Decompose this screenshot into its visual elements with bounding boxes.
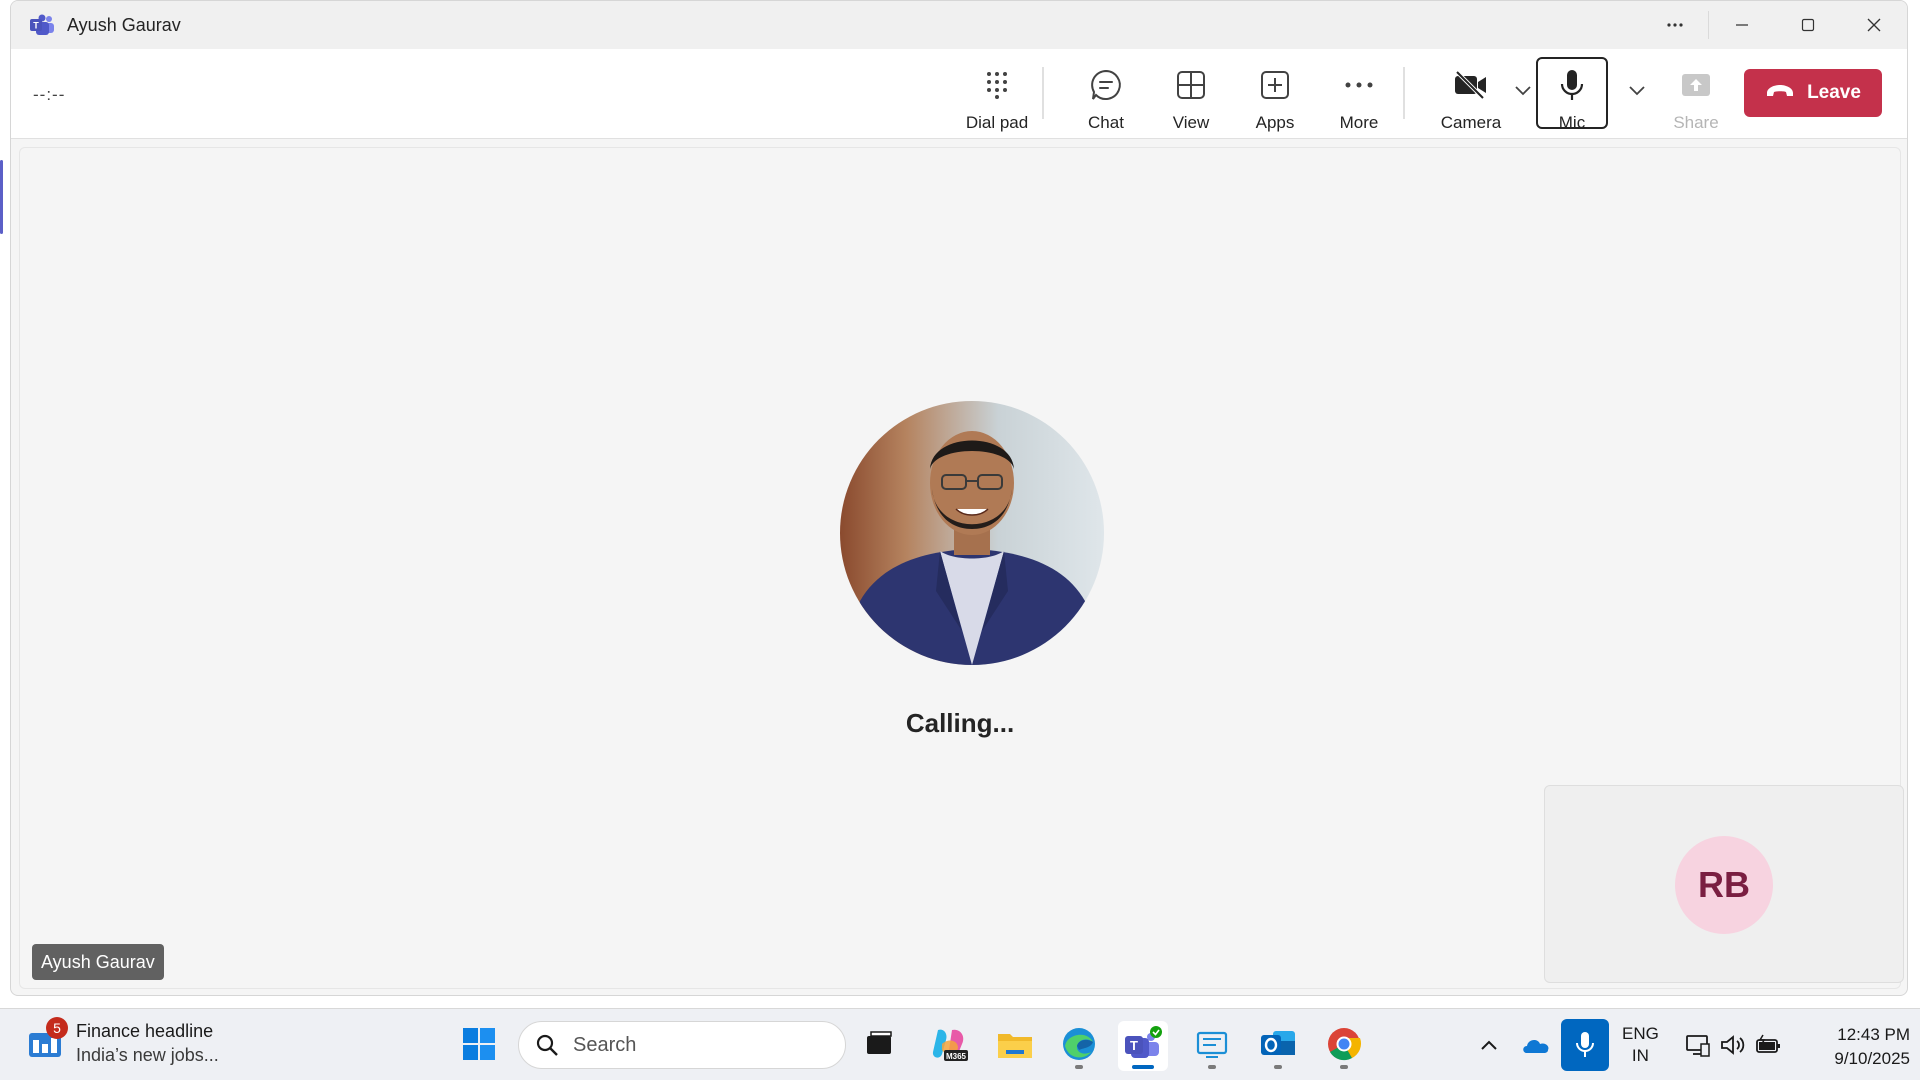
chat-icon xyxy=(1086,65,1126,105)
more-button[interactable]: More xyxy=(1324,57,1394,135)
background-window-accent xyxy=(0,160,3,234)
remote-desktop-app[interactable] xyxy=(1187,1021,1237,1071)
network-icon[interactable] xyxy=(1684,1027,1712,1063)
apps-label: Apps xyxy=(1255,113,1295,132)
caller-avatar-photo xyxy=(840,401,1104,665)
close-icon[interactable] xyxy=(1841,1,1907,49)
system-clock[interactable]: 12:43 PM 9/10/2025 xyxy=(1800,1023,1910,1071)
svg-text:M365: M365 xyxy=(946,1052,967,1061)
teams-icon: T xyxy=(1123,1025,1163,1067)
window-title: Ayush Gaurav xyxy=(67,14,181,35)
task-view-icon xyxy=(864,1030,894,1063)
running-indicator xyxy=(1274,1065,1282,1069)
taskbar-search[interactable]: Search xyxy=(518,1021,846,1069)
dialpad-label: Dial pad xyxy=(965,113,1029,132)
active-app-indicator xyxy=(1132,1065,1154,1069)
widgets-icon: 5 xyxy=(28,1017,68,1065)
more-dots-icon xyxy=(1339,65,1379,105)
teams-logo-icon: T xyxy=(29,13,57,37)
svg-text:T: T xyxy=(33,21,39,31)
teams-app[interactable]: T xyxy=(1118,1021,1168,1071)
outlook-icon xyxy=(1259,1027,1297,1066)
leave-label: Leave xyxy=(1807,82,1861,103)
more-label: More xyxy=(1339,113,1379,132)
region-code: IN xyxy=(1631,1046,1649,1065)
self-video-tile[interactable]: RB xyxy=(1544,785,1904,983)
title-bar: T Ayush Gaurav xyxy=(11,1,1907,49)
dialpad-icon xyxy=(977,65,1017,105)
call-toolbar: --:-- Dial pad Chat View Apps More Camer… xyxy=(11,49,1907,139)
dialpad-button[interactable]: Dial pad xyxy=(955,57,1039,135)
window-controls xyxy=(1642,1,1907,49)
battery-charging-icon[interactable] xyxy=(1754,1027,1784,1063)
participant-name-tag: Ayush Gaurav xyxy=(32,944,164,980)
camera-label: Camera xyxy=(1440,113,1502,132)
clock-time: 12:43 PM xyxy=(1837,1025,1910,1044)
teams-call-window: T Ayush Gaurav --:-- Dial pad Chat View … xyxy=(10,0,1908,996)
call-stage: Calling... Ayush Gaurav RB xyxy=(19,147,1904,989)
running-indicator xyxy=(1208,1065,1216,1069)
share-button[interactable]: Share xyxy=(1661,57,1731,135)
m365-copilot-icon: M365 xyxy=(930,1026,968,1067)
svg-text:T: T xyxy=(1130,1038,1138,1053)
camera-options-chevron-icon[interactable] xyxy=(1511,79,1535,103)
clock-date: 9/10/2025 xyxy=(1834,1049,1910,1068)
microphone-in-use-icon[interactable] xyxy=(1561,1019,1609,1071)
leave-button[interactable]: Leave xyxy=(1744,69,1882,117)
call-timer: --:-- xyxy=(33,85,66,104)
mic-icon xyxy=(1552,65,1592,105)
m365-copilot-app[interactable]: M365 xyxy=(924,1021,974,1071)
chrome-icon xyxy=(1326,1026,1362,1067)
apps-button[interactable]: Apps xyxy=(1240,57,1310,135)
onedrive-cloud-icon[interactable] xyxy=(1518,1027,1554,1063)
windows-taskbar: 5 Finance headline India’s new jobs... S… xyxy=(0,1008,1920,1080)
more-options-icon[interactable] xyxy=(1642,1,1708,49)
widget-badge: 5 xyxy=(46,1017,68,1039)
maximize-icon[interactable] xyxy=(1775,1,1841,49)
hang-up-icon xyxy=(1765,82,1807,104)
windows-logo-icon xyxy=(462,1027,496,1066)
self-avatar-initials: RB xyxy=(1675,836,1773,934)
view-button[interactable]: View xyxy=(1156,57,1226,135)
search-icon xyxy=(535,1033,559,1057)
running-indicator xyxy=(1075,1065,1083,1069)
volume-icon[interactable] xyxy=(1718,1027,1748,1063)
outlook-app[interactable] xyxy=(1253,1021,1303,1071)
mic-label: Mic xyxy=(1558,113,1586,132)
share-screen-icon xyxy=(1676,65,1716,105)
mic-options-chevron-icon[interactable] xyxy=(1625,79,1649,103)
chat-label: Chat xyxy=(1088,113,1124,132)
chat-button[interactable]: Chat xyxy=(1071,57,1141,135)
mic-content: Mic xyxy=(1536,57,1608,135)
remote-desktop-icon xyxy=(1194,1028,1230,1065)
show-hidden-icons-chevron-icon[interactable] xyxy=(1474,1027,1504,1063)
minimize-icon[interactable] xyxy=(1709,1,1775,49)
running-indicator xyxy=(1340,1065,1348,1069)
start-button[interactable] xyxy=(454,1021,504,1071)
file-explorer-app[interactable] xyxy=(990,1021,1040,1071)
view-grid-icon xyxy=(1171,65,1211,105)
task-view-button[interactable] xyxy=(854,1021,904,1071)
view-label: View xyxy=(1172,113,1210,132)
share-label: Share xyxy=(1673,113,1719,132)
search-placeholder: Search xyxy=(573,1033,637,1056)
widget-headline: Finance headline xyxy=(76,1021,214,1041)
news-widget[interactable]: 5 Finance headline India’s new jobs... xyxy=(28,1017,219,1066)
toolbar-divider xyxy=(1403,67,1405,119)
camera-off-icon xyxy=(1451,65,1491,105)
edge-app[interactable] xyxy=(1054,1021,1104,1071)
folder-icon xyxy=(996,1028,1034,1065)
toolbar-divider xyxy=(1042,67,1044,119)
camera-button[interactable]: Camera xyxy=(1431,57,1511,135)
widget-subtext: India’s new jobs... xyxy=(76,1045,219,1065)
input-language-indicator[interactable]: ENG IN xyxy=(1622,1023,1659,1067)
edge-browser-icon xyxy=(1061,1026,1097,1067)
language-code: ENG xyxy=(1622,1024,1659,1043)
call-status-text: Calling... xyxy=(905,708,1015,738)
apps-plus-icon xyxy=(1255,65,1295,105)
chrome-app[interactable] xyxy=(1319,1021,1369,1071)
